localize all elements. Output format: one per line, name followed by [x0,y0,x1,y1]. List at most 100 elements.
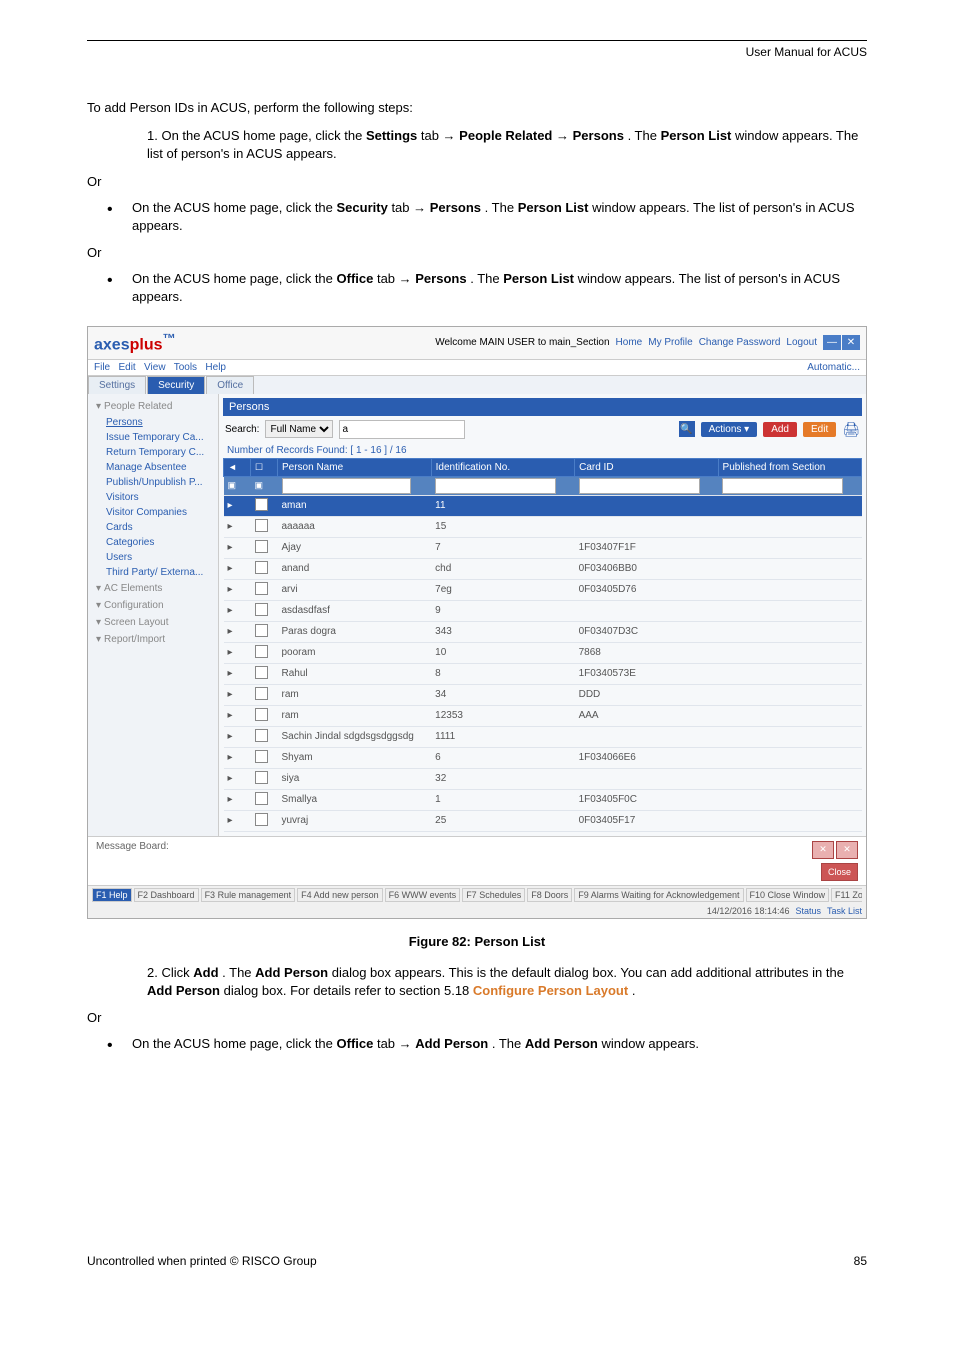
fkey-f3[interactable]: F3 Rule management [201,888,296,902]
expand-icon[interactable]: ▸ [228,584,233,595]
fkey-f7[interactable]: F7 Schedules [462,888,525,902]
table-row[interactable]: ▸ram34DDD [224,684,862,705]
logout-link[interactable]: Logout [786,337,817,348]
sidebar-group-layout[interactable]: ▾ Screen Layout [88,614,218,631]
search-icon[interactable]: 🔍 [679,421,695,437]
expand-icon[interactable]: ▸ [228,605,233,616]
edit-button[interactable]: Edit [803,422,836,437]
close-button[interactable]: Close [821,863,858,881]
row-checkbox[interactable] [255,729,268,742]
table-row[interactable]: ▸aman11 [224,495,862,516]
menu-help[interactable]: Help [205,362,226,373]
expand-icon[interactable]: ▸ [228,815,233,826]
sidebar-item-return-temp[interactable]: Return Temporary C... [88,445,218,460]
sidebar-item-visitor-companies[interactable]: Visitor Companies [88,505,218,520]
menu-edit[interactable]: Edit [118,362,135,373]
row-checkbox[interactable] [255,813,268,826]
automatic-link[interactable]: Automatic... [807,362,860,373]
fkey-f10[interactable]: F10 Close Window [746,888,830,902]
tab-security[interactable]: Security [147,376,205,394]
sidebar-item-users[interactable]: Users [88,550,218,565]
filter-icon[interactable]: ▣ [228,480,237,490]
filter-icon[interactable]: ▣ [255,480,264,490]
sidebar-item-visitors[interactable]: Visitors [88,490,218,505]
table-row[interactable]: ▸Paras dogra3430F03407D3C [224,621,862,642]
sidebar-item-issue-temp[interactable]: Issue Temporary Ca... [88,430,218,445]
expand-icon[interactable]: ▸ [228,689,233,700]
row-checkbox[interactable] [255,540,268,553]
filter-id-input[interactable] [435,478,556,494]
my-profile-link[interactable]: My Profile [648,337,692,348]
fkey-f11[interactable]: F11 Zones [831,888,862,902]
expand-icon[interactable]: ▸ [228,773,233,784]
sidebar-item-publish[interactable]: Publish/Unpublish P... [88,475,218,490]
menu-view[interactable]: View [144,362,166,373]
config-person-layout-link[interactable]: Configure Person Layout [473,983,628,998]
expand-icon[interactable]: ▸ [228,752,233,763]
col-card-id[interactable]: Card ID [575,458,718,476]
fkey-f2[interactable]: F2 Dashboard [134,888,199,902]
expand-icon[interactable]: ▸ [228,500,233,511]
table-row[interactable]: ▸Sachin Jindal sdgdsgsdggsdg1111 [224,726,862,747]
row-checkbox[interactable] [255,708,268,721]
print-icon[interactable]: 🖨 [842,421,860,438]
home-link[interactable]: Home [616,337,643,348]
row-checkbox[interactable] [255,561,268,574]
sidebar-group-report[interactable]: ▾ Report/Import [88,631,218,648]
actions-button[interactable]: Actions ▾ [701,422,758,437]
sidebar-item-third-party[interactable]: Third Party/ Externa... [88,565,218,580]
status-text[interactable]: Status [795,906,821,916]
row-checkbox[interactable] [255,519,268,532]
table-row[interactable]: ▸yuvraj250F03405F17 [224,810,862,831]
add-button[interactable]: Add [763,422,797,437]
col-expand[interactable]: ◄ [224,458,251,476]
expand-icon[interactable]: ▸ [228,731,233,742]
row-checkbox[interactable] [255,687,268,700]
row-checkbox[interactable] [255,645,268,658]
expand-icon[interactable]: ▸ [228,668,233,679]
row-checkbox[interactable] [255,582,268,595]
menu-file[interactable]: File [94,362,110,373]
table-row[interactable]: ▸Rahul81F0340573E [224,663,862,684]
fkey-f9[interactable]: F9 Alarms Waiting for Acknowledgement [574,888,743,902]
sidebar-group-ac[interactable]: ▾ AC Elements [88,580,218,597]
expand-icon[interactable]: ▸ [228,521,233,532]
table-row[interactable]: ▸Shyam61F034066E6 [224,747,862,768]
table-row[interactable]: ▸Smallya11F03405F0C [224,789,862,810]
table-row[interactable]: ▸siya32 [224,768,862,789]
fkey-f6[interactable]: F6 WWW events [385,888,461,902]
table-row[interactable]: ▸arvi7eg0F03405D76 [224,579,862,600]
minimize-icon[interactable]: — [823,335,841,350]
filter-pub-input[interactable] [722,478,843,494]
close-icon[interactable]: ✕ [842,335,860,350]
filter-card-input[interactable] [579,478,700,494]
row-checkbox[interactable] [255,792,268,805]
tab-settings[interactable]: Settings [88,376,146,394]
task-list-link[interactable]: Task List [827,906,862,916]
sidebar-item-manage-absentee[interactable]: Manage Absentee [88,460,218,475]
table-row[interactable]: ▸ram12353AAA [224,705,862,726]
status-icon-1[interactable]: ✕ [812,841,834,859]
sidebar-item-cards[interactable]: Cards [88,520,218,535]
expand-icon[interactable]: ▸ [228,563,233,574]
fkey-f4[interactable]: F4 Add new person [297,888,383,902]
row-checkbox[interactable] [255,750,268,763]
filter-name-input[interactable] [282,478,412,494]
fkey-f8[interactable]: F8 Doors [527,888,572,902]
table-row[interactable]: ▸aaaaaa15 [224,516,862,537]
row-checkbox[interactable] [255,771,268,784]
fkey-f1[interactable]: F1 Help [92,888,132,902]
expand-icon[interactable]: ▸ [228,794,233,805]
row-checkbox[interactable] [255,666,268,679]
expand-icon[interactable]: ▸ [228,710,233,721]
sidebar-item-categories[interactable]: Categories [88,535,218,550]
status-icon-2[interactable]: ✕ [836,841,858,859]
row-checkbox[interactable] [255,603,268,616]
expand-icon[interactable]: ▸ [228,626,233,637]
search-field-select[interactable]: Full Name [265,420,333,438]
search-input[interactable] [339,420,465,439]
menu-tools[interactable]: Tools [174,362,197,373]
table-row[interactable]: ▸anandchd0F03406BB0 [224,558,862,579]
col-person-name[interactable]: Person Name [278,458,432,476]
col-id-no[interactable]: Identification No. [431,458,574,476]
